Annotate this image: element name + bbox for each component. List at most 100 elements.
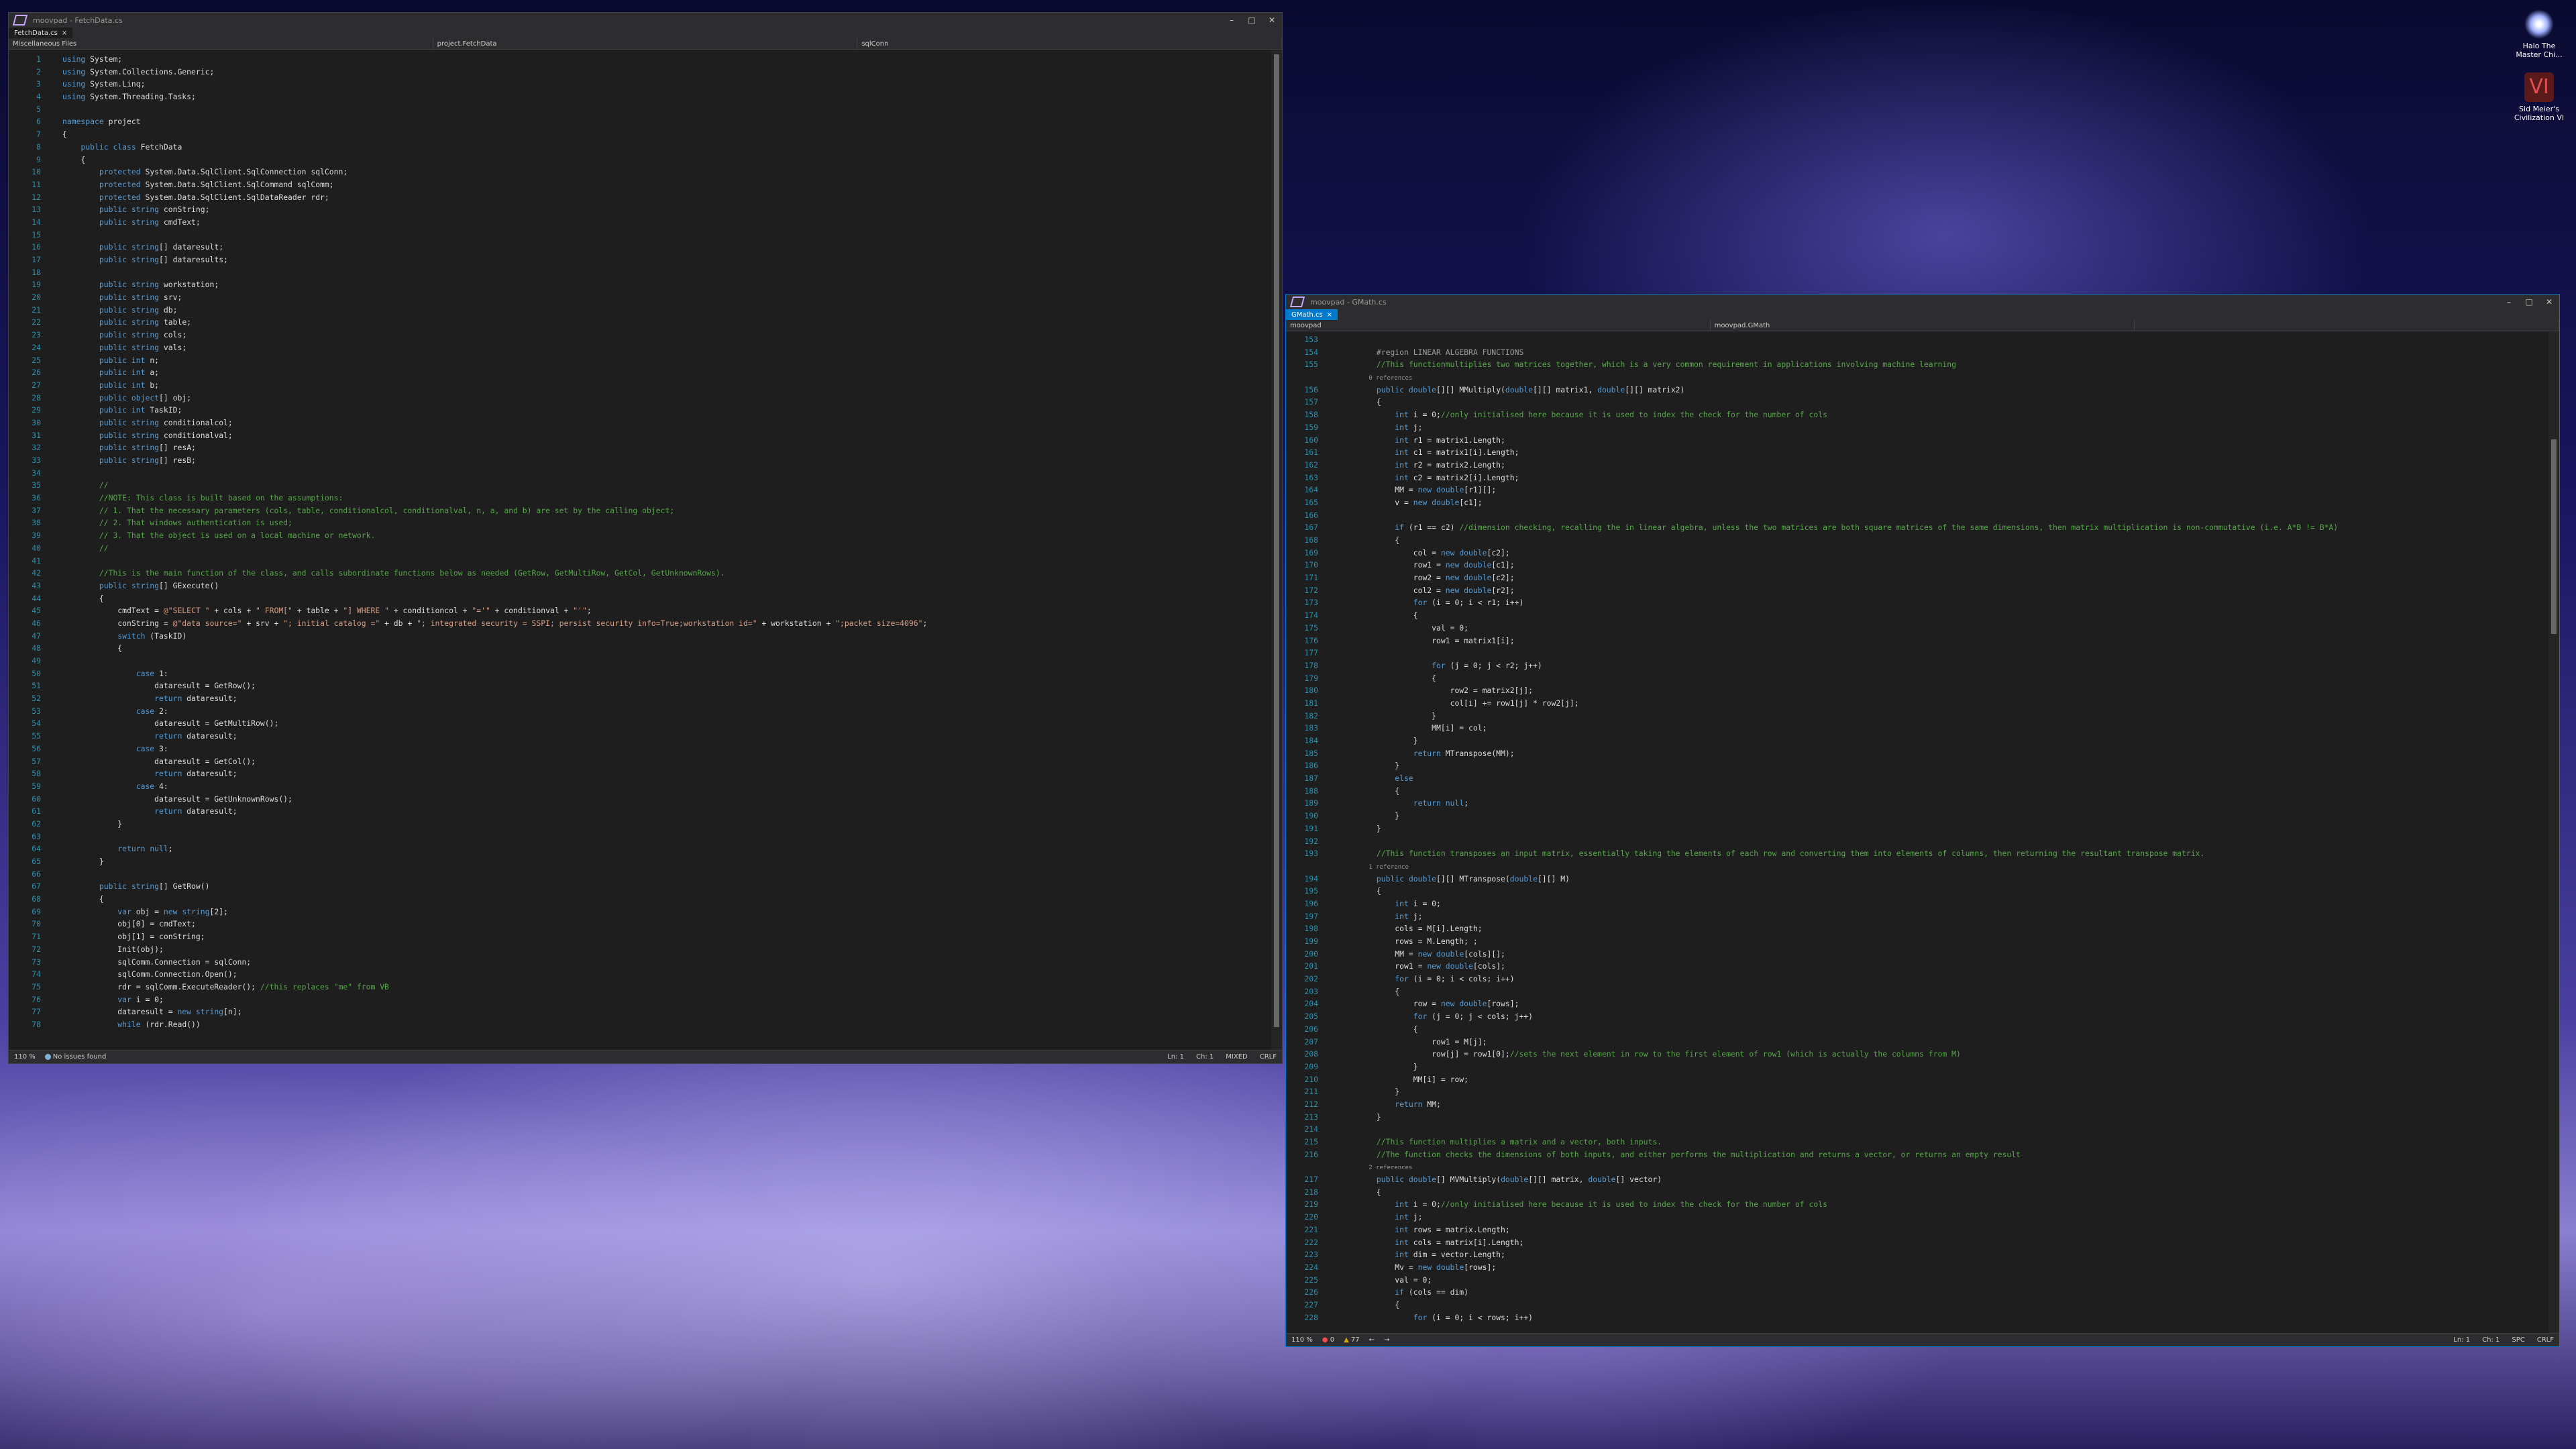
- gutter[interactable]: [48, 254, 62, 266]
- code-line[interactable]: 21 public string db;: [9, 304, 1271, 317]
- minimize-button[interactable]: –: [1222, 15, 1242, 25]
- gutter[interactable]: [48, 855, 62, 868]
- gutter[interactable]: [48, 805, 62, 818]
- gutter[interactable]: [1325, 759, 1340, 772]
- code-line[interactable]: 48 {: [9, 642, 1271, 655]
- gutter[interactable]: [48, 743, 62, 755]
- code-line[interactable]: 5: [9, 103, 1271, 116]
- code-line[interactable]: 214: [1286, 1123, 2548, 1136]
- gutter[interactable]: [48, 793, 62, 806]
- code-line[interactable]: 218 {: [1286, 1186, 2548, 1199]
- code-line[interactable]: 208 row[j] = row1[0];//sets the next ele…: [1286, 1048, 2548, 1061]
- code-line[interactable]: 69 var obj = new string[2];: [9, 906, 1271, 918]
- gutter[interactable]: [48, 128, 62, 141]
- gutter[interactable]: [1325, 785, 1340, 798]
- gutter[interactable]: [1325, 873, 1340, 885]
- gutter[interactable]: [48, 479, 62, 492]
- gutter[interactable]: [1325, 534, 1340, 547]
- gutter[interactable]: [48, 604, 62, 617]
- gutter[interactable]: [1325, 371, 1340, 384]
- gutter[interactable]: [1325, 1111, 1340, 1124]
- code-line[interactable]: 49: [9, 655, 1271, 667]
- code-line[interactable]: 76 var i = 0;: [9, 994, 1271, 1006]
- issues-indicator[interactable]: No issues found: [44, 1053, 106, 1061]
- gutter[interactable]: [1325, 948, 1340, 961]
- tab-gmath[interactable]: GMath.cs ×: [1286, 309, 1338, 320]
- code-line[interactable]: 72 Init(obj);: [9, 943, 1271, 956]
- code-line[interactable]: 0 references: [1286, 371, 2548, 384]
- gutter[interactable]: [1325, 885, 1340, 898]
- gutter[interactable]: [48, 1006, 62, 1018]
- code-line[interactable]: 196 int i = 0;: [1286, 898, 2548, 910]
- gutter[interactable]: [1325, 1048, 1340, 1061]
- code-line[interactable]: 9 {: [9, 154, 1271, 166]
- gutter[interactable]: [1325, 547, 1340, 559]
- gutter[interactable]: [48, 329, 62, 341]
- code-line[interactable]: 190 }: [1286, 810, 2548, 822]
- gutter[interactable]: [48, 278, 62, 291]
- code-line[interactable]: 203 {: [1286, 985, 2548, 998]
- code-line[interactable]: 45 cmdText = @"SELECT " + cols + " FROM[…: [9, 604, 1271, 617]
- code-line[interactable]: 62 }: [9, 818, 1271, 830]
- code-line[interactable]: 160 int r1 = matrix1.Length;: [1286, 434, 2548, 447]
- code-line[interactable]: 1 using System;: [9, 53, 1271, 66]
- code-line[interactable]: 54 dataresult = GetMultiRow();: [9, 717, 1271, 730]
- code-line[interactable]: 210 MM[i] = row;: [1286, 1073, 2548, 1086]
- gutter[interactable]: [1325, 596, 1340, 609]
- code-line[interactable]: 57 dataresult = GetCol();: [9, 755, 1271, 768]
- code-line[interactable]: 212 return MM;: [1286, 1098, 2548, 1111]
- code-line[interactable]: 56 case 3:: [9, 743, 1271, 755]
- code-line[interactable]: 12 protected System.Data.SqlClient.SqlDa…: [9, 191, 1271, 204]
- code-line[interactable]: 178 for (j = 0; j < r2; j++): [1286, 659, 2548, 672]
- code-line[interactable]: 74 sqlComm.Connection.Open();: [9, 968, 1271, 981]
- code-line[interactable]: 10 protected System.Data.SqlClient.SqlCo…: [9, 166, 1271, 178]
- gutter[interactable]: [48, 893, 62, 906]
- code-line[interactable]: 209 }: [1286, 1061, 2548, 1073]
- code-line[interactable]: 206 {: [1286, 1023, 2548, 1036]
- gutter[interactable]: [1325, 409, 1340, 421]
- gutter[interactable]: [48, 266, 62, 279]
- code-line[interactable]: 228 for (i = 0; i < rows; i++): [1286, 1311, 2548, 1324]
- code-line[interactable]: 222 int cols = matrix[i].Length;: [1286, 1236, 2548, 1249]
- code-line[interactable]: 41: [9, 555, 1271, 568]
- code-line[interactable]: 2 references: [1286, 1161, 2548, 1173]
- gutter[interactable]: [1325, 910, 1340, 923]
- gutter[interactable]: [48, 555, 62, 568]
- code-line[interactable]: 169 col = new double[c2];: [1286, 547, 2548, 559]
- code-line[interactable]: 165 v = new double[c1];: [1286, 496, 2548, 509]
- code-line[interactable]: 46 conString = @"data source=" + srv + "…: [9, 617, 1271, 630]
- tab-fetchdata[interactable]: FetchData.cs ×: [9, 28, 73, 38]
- gutter[interactable]: [1325, 1311, 1340, 1324]
- gutter[interactable]: [1325, 459, 1340, 472]
- gutter[interactable]: [1325, 1061, 1340, 1073]
- title-bar[interactable]: moovpad - FetchData.cs – □ ✕: [9, 13, 1282, 28]
- gutter[interactable]: [48, 366, 62, 379]
- code-line[interactable]: 217 public double[] MVMultiply(double[][…: [1286, 1173, 2548, 1186]
- gutter[interactable]: [1325, 446, 1340, 459]
- gutter[interactable]: [48, 868, 62, 881]
- gutter[interactable]: [1325, 1211, 1340, 1224]
- gutter[interactable]: [1325, 1098, 1340, 1111]
- gutter[interactable]: [48, 655, 62, 667]
- code-line[interactable]: 224 Mv = new double[rows];: [1286, 1261, 2548, 1274]
- code-line[interactable]: 18: [9, 266, 1271, 279]
- gutter[interactable]: [1325, 346, 1340, 359]
- gutter[interactable]: [1325, 333, 1340, 346]
- code-line[interactable]: 175 val = 0;: [1286, 622, 2548, 635]
- gutter[interactable]: [1325, 1224, 1340, 1236]
- line-ending-indicator[interactable]: CRLF: [1260, 1053, 1277, 1061]
- code-line[interactable]: 67 public string[] GetRow(): [9, 880, 1271, 893]
- zoom-level[interactable]: 110 %: [1291, 1336, 1313, 1344]
- code-line[interactable]: 14 public string cmdText;: [9, 216, 1271, 229]
- code-line[interactable]: 226 if (cols == dim): [1286, 1286, 2548, 1299]
- member-dropdown[interactable]: [2135, 320, 2560, 331]
- gutter[interactable]: [1325, 973, 1340, 985]
- code-line[interactable]: 215 //This function multiplies a matrix …: [1286, 1136, 2548, 1148]
- gutter[interactable]: [48, 417, 62, 429]
- gutter[interactable]: [1325, 1248, 1340, 1261]
- code-line[interactable]: 211 }: [1286, 1085, 2548, 1098]
- nav-back-icon[interactable]: ←: [1369, 1336, 1375, 1344]
- code-line[interactable]: 58 return dataresult;: [9, 767, 1271, 780]
- code-line[interactable]: 16 public string[] dataresult;: [9, 241, 1271, 254]
- gutter[interactable]: [1325, 697, 1340, 710]
